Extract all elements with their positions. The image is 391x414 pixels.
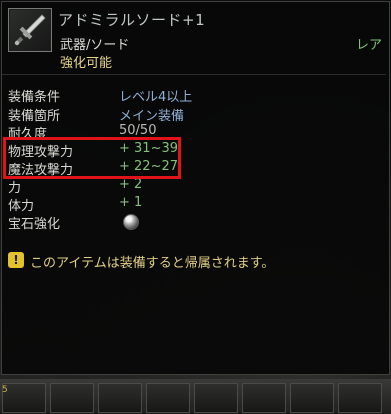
warning-icon: ! <box>8 252 24 268</box>
stat-label: 装備条件 <box>8 90 61 105</box>
item-category: 武器/ソード <box>60 38 130 53</box>
stat-row-requirement: 装備条件 レベル4以上 <box>0 86 391 105</box>
hotbar-slot[interactable] <box>290 383 334 413</box>
stat-value: メイン装備 <box>119 109 185 124</box>
item-rarity: レア <box>356 38 383 53</box>
stat-value: 50/50 <box>119 123 157 138</box>
tooltip-divider <box>2 74 386 75</box>
stat-label: 力 <box>8 181 22 196</box>
stat-row-strength: 力 + 2 <box>0 177 391 196</box>
stat-label: 装備箇所 <box>8 109 61 124</box>
stat-value: レベル4以上 <box>119 90 193 105</box>
hotbar-slot-number: 5 <box>2 385 8 395</box>
hotbar-slot[interactable] <box>146 383 190 413</box>
hotbar-slot[interactable] <box>98 383 142 413</box>
hotbar-slot[interactable] <box>338 383 382 413</box>
attack-stats-highlight-box <box>3 137 181 179</box>
enhance-status: 強化可能 <box>60 56 113 71</box>
hotbar-slot[interactable] <box>242 383 286 413</box>
item-name: アドミラルソード+1 <box>58 11 206 29</box>
stat-row-equip-slot: 装備箇所 メイン装備 <box>0 105 391 124</box>
gem-socket-icon <box>123 214 139 230</box>
binding-notice: このアイテムは装備すると帰属されます。 <box>30 256 275 271</box>
stat-value: + 2 <box>119 177 143 192</box>
stat-label: 体力 <box>8 199 35 214</box>
item-icon-slot <box>8 8 52 52</box>
stat-value: + 1 <box>119 195 143 210</box>
hotbar-slot[interactable] <box>2 383 46 413</box>
stat-row-stamina: 体力 + 1 <box>0 195 391 214</box>
stat-label: 宝石強化 <box>8 217 61 232</box>
hotbar-slot[interactable] <box>50 383 94 413</box>
sword-icon <box>14 14 46 46</box>
hotbar-slot[interactable] <box>194 383 238 413</box>
stat-row-gem-enhance: 宝石強化 <box>0 213 391 232</box>
